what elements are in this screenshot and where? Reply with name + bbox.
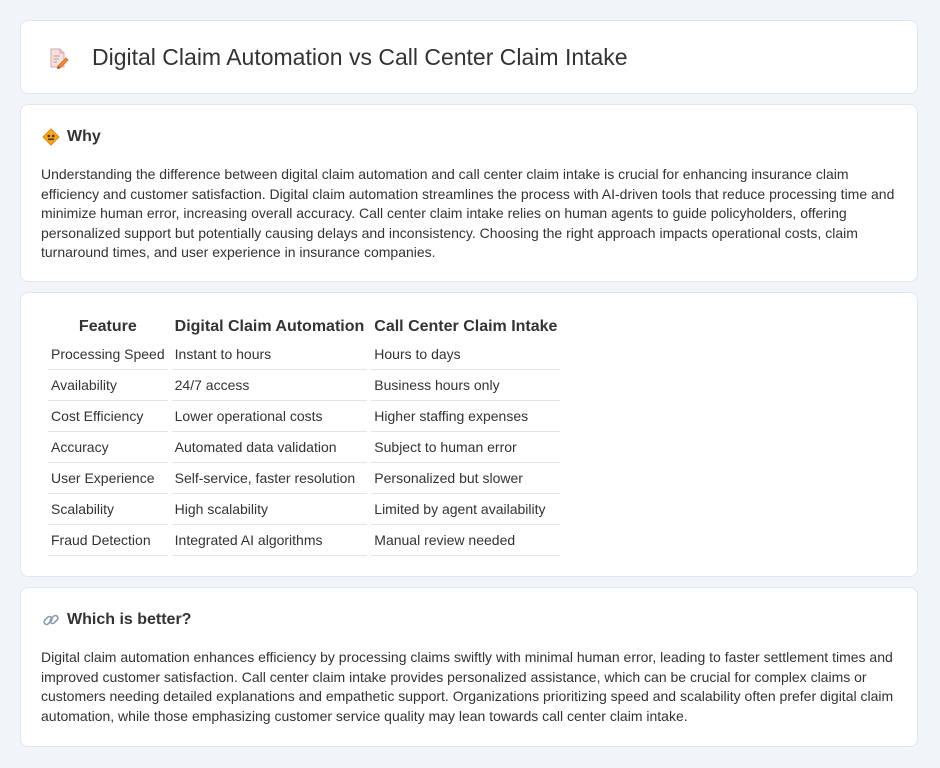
table-row: Accuracy Automated data validation Subje… (48, 432, 561, 463)
column-header-feature: Feature (78, 317, 137, 335)
table-header-row: Feature Digital Claim Automation Call Ce… (48, 313, 560, 339)
digital-cell: Lower operational costs (171, 401, 368, 432)
column-header-digital: Digital Claim Automation (174, 317, 365, 335)
link-icon (43, 614, 59, 626)
better-section: Which is better? Digital claim automatio… (20, 587, 918, 747)
table-row: User Experience Self-service, faster res… (48, 463, 561, 494)
table-row: Availability 24/7 access Business hours … (48, 370, 561, 401)
call-center-cell: Subject to human error (371, 432, 561, 463)
why-title: Why (67, 128, 101, 145)
digital-cell: High scalability (171, 494, 368, 525)
call-center-cell: Personalized but slower (371, 463, 561, 494)
table-row: Fraud Detection Integrated AI algorithms… (48, 525, 561, 556)
digital-cell: Integrated AI algorithms (171, 525, 368, 556)
call-center-cell: Hours to days (371, 339, 561, 370)
feature-cell: Processing Speed (48, 339, 168, 370)
feature-cell: Availability (48, 370, 168, 401)
better-title: Which is better? (67, 611, 192, 628)
call-center-cell: Manual review needed (371, 525, 561, 556)
comparison-table: Feature Digital Claim Automation Call Ce… (44, 313, 564, 556)
feature-cell: Fraud Detection (48, 525, 168, 556)
table-row: Processing Speed Instant to hours Hours … (48, 339, 561, 370)
document-pencil-icon (50, 48, 69, 69)
call-center-cell: Limited by agent availability (371, 494, 561, 525)
why-section: Why Understanding the difference between… (20, 104, 918, 282)
title-card: Digital Claim Automation vs Call Center … (20, 20, 918, 94)
digital-cell: Self-service, faster resolution (171, 463, 368, 494)
page-title: Digital Claim Automation vs Call Center … (92, 44, 628, 70)
table-row: Cost Efficiency Lower operational costs … (48, 401, 561, 432)
feature-cell: Accuracy (48, 432, 168, 463)
digital-cell: Automated data validation (171, 432, 368, 463)
digital-cell: 24/7 access (171, 370, 368, 401)
better-text: Digital claim automation enhances effici… (41, 649, 894, 724)
digital-cell: Instant to hours (171, 339, 368, 370)
call-center-cell: Higher staffing expenses (371, 401, 561, 432)
comparison-section: Feature Digital Claim Automation Call Ce… (20, 292, 918, 577)
column-header-call-center: Call Center Claim Intake (374, 317, 558, 335)
why-text: Understanding the difference between dig… (41, 166, 895, 261)
diamond-sign-icon (42, 128, 60, 146)
feature-cell: User Experience (48, 463, 168, 494)
table-row: Scalability High scalability Limited by … (48, 494, 561, 525)
feature-cell: Scalability (48, 494, 168, 525)
call-center-cell: Business hours only (371, 370, 561, 401)
feature-cell: Cost Efficiency (48, 401, 168, 432)
